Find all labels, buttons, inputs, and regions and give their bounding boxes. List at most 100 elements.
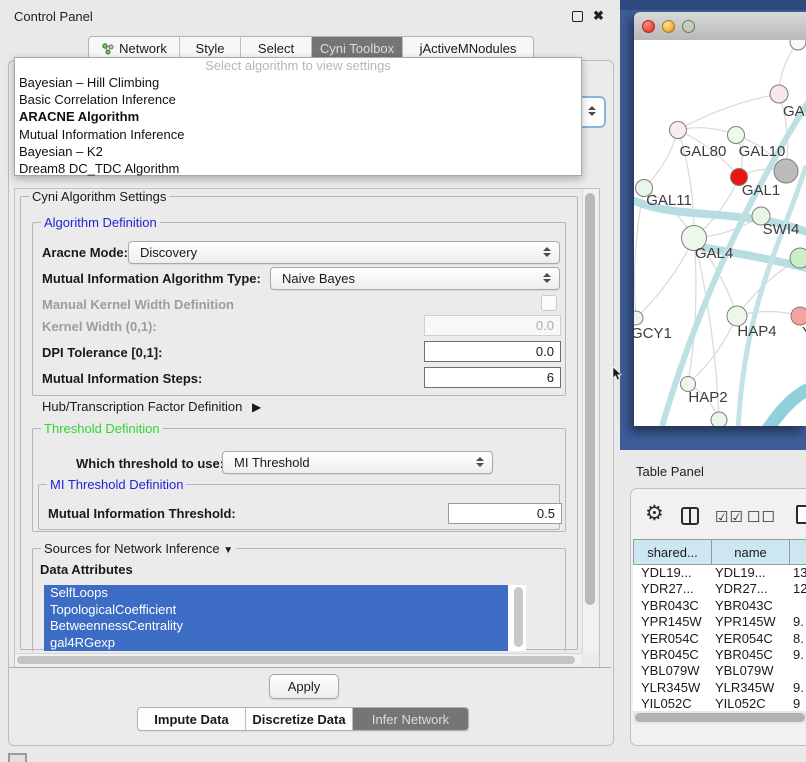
table-row[interactable]: YDR27...YDR27...12 [633,581,806,597]
network-node-y[interactable] [791,307,806,325]
network-node[interactable] [790,248,806,268]
list-scrollbar[interactable] [514,587,523,647]
table-cell[interactable]: YIL052C [633,696,711,711]
data-attribute-item[interactable]: BetweennessCentrality [44,618,508,635]
close-traffic-light[interactable] [642,20,655,33]
horizontal-scrollbar-track[interactable] [15,653,581,666]
tab-discretize-data[interactable]: Discretize Data [246,708,353,730]
network-node-label: GAL1 [742,182,780,199]
tab-network[interactable]: Network [89,37,180,59]
network-node-gal10[interactable] [728,127,745,144]
table-cell[interactable]: YBL079W [633,663,711,679]
algorithm-option[interactable]: ARACNE Algorithm [15,108,581,125]
data-attribute-item[interactable]: gal4RGexp [44,635,508,652]
mouse-cursor [612,367,624,383]
algorithm-option[interactable]: Bayesian – K2 [15,143,581,160]
tab-cyni-toolbox[interactable]: Cyni Toolbox [312,37,403,59]
table-cell[interactable]: YIL052C [711,696,789,711]
apply-button[interactable]: Apply [269,674,339,699]
tab-infer-network[interactable]: Infer Network [353,708,468,730]
table-row[interactable]: YDL19...YDL19...13 [633,565,806,581]
table-cell[interactable]: 8. [789,631,806,647]
table-row[interactable]: YER054CYER054C8. [633,631,806,647]
network-node-gal[interactable] [770,85,788,103]
mi-steps-field[interactable]: 6 [424,367,561,388]
aracne-mode-value: Discovery [140,245,197,260]
tab-style[interactable]: Style [180,37,241,59]
table-cell[interactable]: YDL19... [711,565,789,581]
unchecked-boxes-icon[interactable]: ☐☐ [747,508,776,526]
zoom-traffic-light[interactable] [682,20,695,33]
table-row[interactable]: YBR045CYBR045C9. [633,647,806,663]
close-icon[interactable]: ✖ [593,10,604,22]
table-cell[interactable]: YER054C [711,631,789,647]
table-cell[interactable]: 9. [789,680,806,696]
dpi-tolerance-field[interactable]: 0.0 [424,341,561,362]
algorithm-option[interactable]: Bayesian – Hill Climbing [15,74,581,91]
tab-impute-data[interactable]: Impute Data [138,708,246,730]
table-cell[interactable]: YLR345W [633,680,711,696]
algorithm-option[interactable]: Dream8 DC_TDC Algorithm [15,160,581,177]
table-cell[interactable]: YBR045C [633,647,711,663]
table-cell[interactable]: YPR145W [633,614,711,630]
table-hscrollbar-thumb[interactable] [635,713,805,722]
vertical-scrollbar-thumb[interactable] [585,193,595,605]
table-row[interactable]: YLR345WYLR345W9. [633,680,806,696]
column-header-name[interactable]: name [711,539,789,565]
table-cell[interactable]: 9 [789,696,806,711]
table-cell[interactable]: YLR345W [711,680,789,696]
aracne-mode-combobox[interactable]: Discovery [128,241,560,264]
hub-definition-expander[interactable]: Hub/Transcription Factor Definition ▶ [42,399,261,414]
data-attribute-item[interactable]: SelfLoops [44,585,508,602]
algorithm-option[interactable]: Mutual Information Inference [15,126,581,143]
table-row[interactable]: YBR043CYBR043C [633,598,806,614]
split-columns-icon[interactable] [681,507,699,525]
table-row[interactable]: YPR145WYPR145W9. [633,614,806,630]
tab-jactivemnodules[interactable]: jActiveMNodules [403,37,533,59]
float-window-icon[interactable] [572,11,583,22]
table-hscrollbar-track[interactable] [633,711,806,724]
network-node[interactable] [774,159,798,183]
table-cell[interactable]: YDR27... [711,581,789,597]
table-row[interactable]: YIL052CYIL052C9 [633,696,806,711]
combo-stepper-icon [588,106,597,116]
document-icon[interactable] [796,505,806,524]
table-cell[interactable]: 12 [789,581,806,597]
data-attribute-item[interactable]: TopologicalCoefficient [44,602,508,619]
minimize-traffic-light[interactable] [662,20,675,33]
table-cell[interactable] [789,598,806,614]
column-header-shared[interactable]: shared... [633,539,711,565]
table-cell[interactable]: YBR043C [711,598,789,614]
mi-threshold-field[interactable]: 0.5 [448,503,562,524]
network-canvas[interactable]: GALGAL80GAL10GAL1GAL11SWI4GAL4GCY1HAP4YH… [634,40,806,426]
network-node[interactable] [711,412,727,426]
table-cell[interactable]: YBR045C [711,647,789,663]
table-cell[interactable] [789,663,806,679]
network-window-titlebar[interactable] [634,12,806,41]
network-node-gal80[interactable] [670,122,687,139]
network-node-gcy1[interactable] [634,311,643,325]
checked-boxes-icon[interactable]: ☑☑ [715,508,744,526]
table-cell[interactable]: YBL079W [711,663,789,679]
tab-select[interactable]: Select [241,37,312,59]
table-cell[interactable]: YDR27... [633,581,711,597]
which-threshold-combobox[interactable]: MI Threshold [222,451,493,474]
algorithm-option[interactable]: Basic Correlation Inference [15,91,581,108]
network-node[interactable] [790,40,806,50]
collapse-arrow-icon[interactable]: ▼ [223,545,233,556]
table-cell[interactable]: 9. [789,647,806,663]
table-cell[interactable]: 13 [789,565,806,581]
table-cell[interactable]: YER054C [633,631,711,647]
table-cell[interactable]: YDL19... [633,565,711,581]
table-cell[interactable]: YPR145W [711,614,789,630]
mi-algorithm-type-combobox[interactable]: Naive Bayes [270,267,560,290]
table-cell[interactable]: 9. [789,614,806,630]
network-node-label: GAL11 [646,192,692,209]
vertical-scrollbar-track[interactable] [582,189,598,653]
minimized-panel-icon[interactable] [8,753,27,762]
column-header-third[interactable] [789,539,806,565]
table-row[interactable]: YBL079WYBL079W [633,663,806,679]
horizontal-scrollbar-thumb[interactable] [17,656,575,664]
table-cell[interactable]: YBR043C [633,598,711,614]
gear-icon[interactable]: ⚙ [645,503,664,524]
